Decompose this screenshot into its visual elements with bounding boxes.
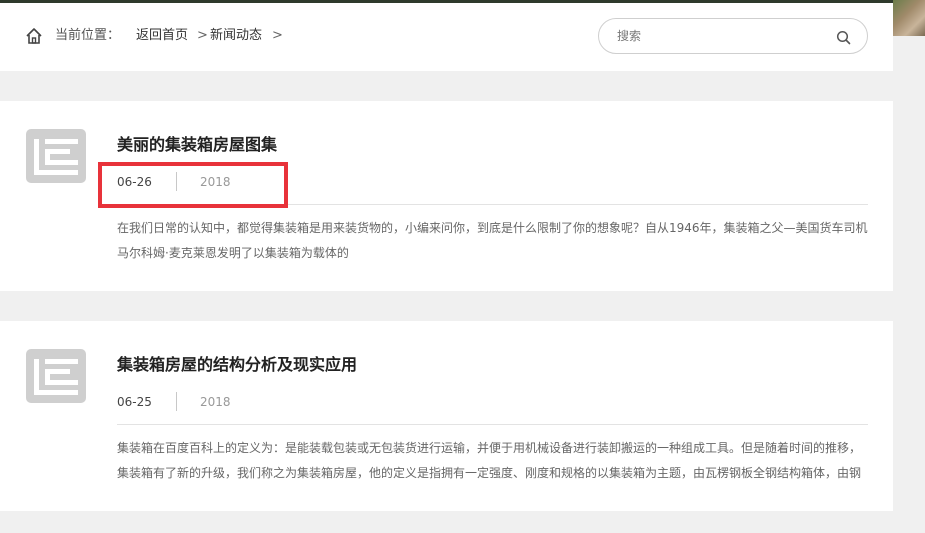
article-date: 06-25: [117, 395, 152, 409]
breadcrumb-bar: 当前位置： 返回首页 > 新闻动态 >: [0, 3, 893, 71]
article-title[interactable]: 美丽的集装箱房屋图集: [117, 134, 277, 156]
article-card[interactable]: 集装箱房屋的结构分析及现实应用 06-25 2018 集装箱在百度百科上的定义为…: [0, 321, 893, 511]
home-icon[interactable]: [25, 27, 43, 45]
article-title[interactable]: 集装箱房屋的结构分析及现实应用: [117, 354, 357, 376]
highlight-box: [98, 162, 288, 208]
article-summary: 在我们日常的认知中，都觉得集装箱是用来装货物的，小编来问你，到底是什么限制了你的…: [117, 221, 868, 260]
card-divider: [117, 424, 868, 425]
date-divider: [176, 392, 177, 411]
document-icon: [26, 129, 86, 183]
breadcrumb-home-link[interactable]: 返回首页: [136, 27, 188, 45]
document-icon: [26, 349, 86, 403]
article-year: 2018: [200, 395, 231, 409]
article-summary: 集装箱在百度百科上的定义为：是能装载包装或无包装货进行运输，并便于用机械设备进行…: [117, 441, 862, 480]
search-box: [598, 18, 868, 54]
background-photo: [893, 0, 925, 36]
search-input[interactable]: [617, 27, 817, 45]
breadcrumb-news-link[interactable]: 新闻动态: [210, 27, 262, 45]
search-icon[interactable]: [836, 30, 851, 45]
breadcrumb-separator: >: [272, 28, 283, 43]
breadcrumb-label: 当前位置：: [55, 28, 121, 43]
breadcrumb-separator: >: [197, 28, 208, 43]
